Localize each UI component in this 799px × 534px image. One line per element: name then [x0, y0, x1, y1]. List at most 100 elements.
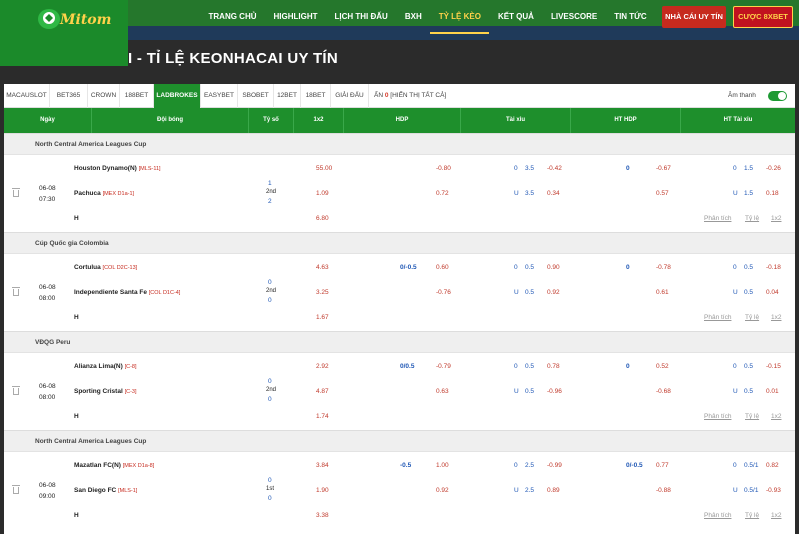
ou-over-odds[interactable]: 0.90 [547, 263, 560, 272]
ou-over-odds[interactable]: 0.78 [547, 362, 560, 371]
hdp-home[interactable]: -0.79 [436, 362, 451, 371]
nav-trang-chu[interactable]: TRANG CHỦ [200, 0, 265, 34]
ou-over-odds[interactable]: -0.99 [547, 461, 562, 470]
show-all-link[interactable]: [HIỂN THỊ TẤT CẢ] [390, 92, 446, 99]
tab-12bet[interactable]: 12BET [274, 84, 301, 108]
nav-bxh[interactable]: BXH [396, 0, 430, 34]
nav-highlight[interactable]: HIGHLIGHT [265, 0, 326, 34]
odds-1x2-home[interactable]: 2.92 [316, 362, 329, 371]
hidden-matches-control[interactable]: ẨN 0 [HIỂN THỊ TẤT CẢ] [374, 84, 446, 108]
tab-bet365[interactable]: BET365 [50, 84, 88, 108]
ou-under-odds[interactable]: -0.96 [547, 387, 562, 396]
home-team[interactable]: Cortulua [74, 264, 101, 271]
away-team[interactable]: Independiente Santa Fe [74, 289, 147, 296]
x12-link[interactable]: 1x2 [771, 313, 781, 322]
away-team[interactable]: Sporting Cristal [74, 388, 123, 395]
nav-tin-tuc[interactable]: TIN TỨC [606, 0, 655, 34]
hdp-home[interactable]: -0.80 [436, 164, 451, 173]
trash-icon[interactable] [12, 386, 20, 395]
analysis-link[interactable]: Phân tích [704, 214, 731, 223]
hdp-line: -0.5 [400, 462, 412, 469]
match-row: 06-08 08:00 Alianza Lima(N) [C-8] Sporting … [4, 353, 795, 430]
hdp-away[interactable]: -0.76 [436, 288, 451, 297]
nav-lich-thi-dau[interactable]: LỊCH THI ĐẤU [326, 0, 396, 34]
nav-ty-le-keo[interactable]: TỶ LỆ KÈO [430, 0, 490, 34]
x12-link[interactable]: 1x2 [771, 412, 781, 421]
odds-link[interactable]: Tỷ lệ [745, 511, 759, 520]
x12-link[interactable]: 1x2 [771, 214, 781, 223]
ht-hdp-away[interactable]: -0.68 [656, 387, 671, 396]
ht-ou-over-odds[interactable]: -0.26 [766, 164, 781, 173]
odds-1x2-away[interactable]: 4.87 [316, 387, 329, 396]
ht-ou-under-odds[interactable]: 0.01 [766, 387, 779, 396]
cuoc-8xbet-button[interactable]: CƯỢC 8XBET [733, 6, 793, 28]
trash-icon[interactable] [12, 287, 20, 296]
odds-1x2-away[interactable]: 1.90 [316, 486, 329, 495]
ht-hdp-away[interactable]: 0.57 [656, 189, 669, 198]
ht-hdp-away[interactable]: -0.88 [656, 486, 671, 495]
ht-ou-over-odds[interactable]: -0.15 [766, 362, 781, 371]
nha-cai-uy-tin-button[interactable]: NHÀ CÁI UY TÍN [662, 6, 726, 28]
draw-label: H [74, 413, 79, 420]
tab-giai-dau[interactable]: GIẢI ĐẤU [331, 84, 369, 108]
hdp-home[interactable]: 1.00 [436, 461, 449, 470]
hdp-home[interactable]: 0.60 [436, 263, 449, 272]
league-header: VĐQG Peru [4, 331, 795, 353]
trash-icon[interactable] [12, 188, 20, 197]
odds-1x2-home[interactable]: 4.63 [316, 263, 329, 272]
ht-ou-over-odds[interactable]: 0.82 [766, 461, 779, 470]
ht-hdp-home[interactable]: 0.77 [656, 461, 669, 470]
tab-easybet[interactable]: EASYBET [201, 84, 238, 108]
odds-1x2-home[interactable]: 3.84 [316, 461, 329, 470]
nav-livescore[interactable]: LIVESCORE [542, 0, 605, 34]
home-team[interactable]: Alianza Lima(N) [74, 363, 123, 370]
odds-link[interactable]: Tỷ lệ [745, 313, 759, 322]
x12-link[interactable]: 1x2 [771, 511, 781, 520]
away-team[interactable]: San Diego FC [74, 487, 116, 494]
home-team[interactable]: Mazatlan FC(N) [74, 462, 121, 469]
sound-toggle[interactable] [768, 91, 787, 101]
odds-1x2-draw[interactable]: 1.67 [316, 313, 329, 322]
hdp-away[interactable]: 0.92 [436, 486, 449, 495]
ou-over-odds[interactable]: -0.42 [547, 164, 562, 173]
tab-188bet[interactable]: 188BET [120, 84, 154, 108]
ou-under-odds[interactable]: 0.34 [547, 189, 560, 198]
odds-1x2-home[interactable]: 55.00 [316, 164, 332, 173]
match-row: 06-08 07:30 Houston Dynamo(N) [MLS-11] Pach… [4, 155, 795, 232]
ht-ou-under-odds[interactable]: 0.04 [766, 288, 779, 297]
nav-ket-qua[interactable]: KẾT QUẢ [489, 0, 542, 34]
odds-1x2-draw[interactable]: 6.80 [316, 214, 329, 223]
analysis-link[interactable]: Phân tích [704, 412, 731, 421]
home-team[interactable]: Houston Dynamo(N) [74, 165, 137, 172]
tab-macauslot[interactable]: MACAUSLOT [4, 84, 50, 108]
ht-ou-under-odds[interactable]: -0.93 [766, 486, 781, 495]
ht-ou-over-odds[interactable]: -0.18 [766, 263, 781, 272]
analysis-link[interactable]: Phân tích [704, 313, 731, 322]
analysis-link[interactable]: Phân tích [704, 511, 731, 520]
odds-link[interactable]: Tỷ lệ [745, 214, 759, 223]
ou-line-under: 2.5 [525, 487, 535, 494]
ht-hdp-home[interactable]: 0.52 [656, 362, 669, 371]
ht-ou-under-odds[interactable]: 0.18 [766, 189, 779, 198]
odds-1x2-away[interactable]: 3.25 [316, 288, 329, 297]
ou-under-odds[interactable]: 0.92 [547, 288, 560, 297]
tab-18bet[interactable]: 18BET [301, 84, 331, 108]
odds-1x2-draw[interactable]: 3.38 [316, 511, 329, 520]
tab-crown[interactable]: CROWN [88, 84, 120, 108]
ht-hdp-home[interactable]: -0.67 [656, 164, 671, 173]
ou-under-odds[interactable]: 0.89 [547, 486, 560, 495]
odds-1x2-draw[interactable]: 1.74 [316, 412, 329, 421]
ht-hdp-home[interactable]: -0.78 [656, 263, 671, 272]
tab-sbobet[interactable]: SBOBET [238, 84, 274, 108]
away-rank: [MLS-1] [118, 488, 138, 494]
odds-1x2-away[interactable]: 1.09 [316, 189, 329, 198]
trash-icon[interactable] [12, 485, 20, 494]
league-name: North Central America Leagues Cup [35, 438, 147, 445]
tab-ladbrokes[interactable]: LADBROKES [154, 84, 201, 108]
hdp-away[interactable]: 0.63 [436, 387, 449, 396]
odds-link[interactable]: Tỷ lệ [745, 412, 759, 421]
hdp-away[interactable]: 0.72 [436, 189, 449, 198]
logo-area[interactable]: Mitom [0, 0, 128, 66]
away-team[interactable]: Pachuca [74, 190, 101, 197]
ht-hdp-away[interactable]: 0.61 [656, 288, 669, 297]
